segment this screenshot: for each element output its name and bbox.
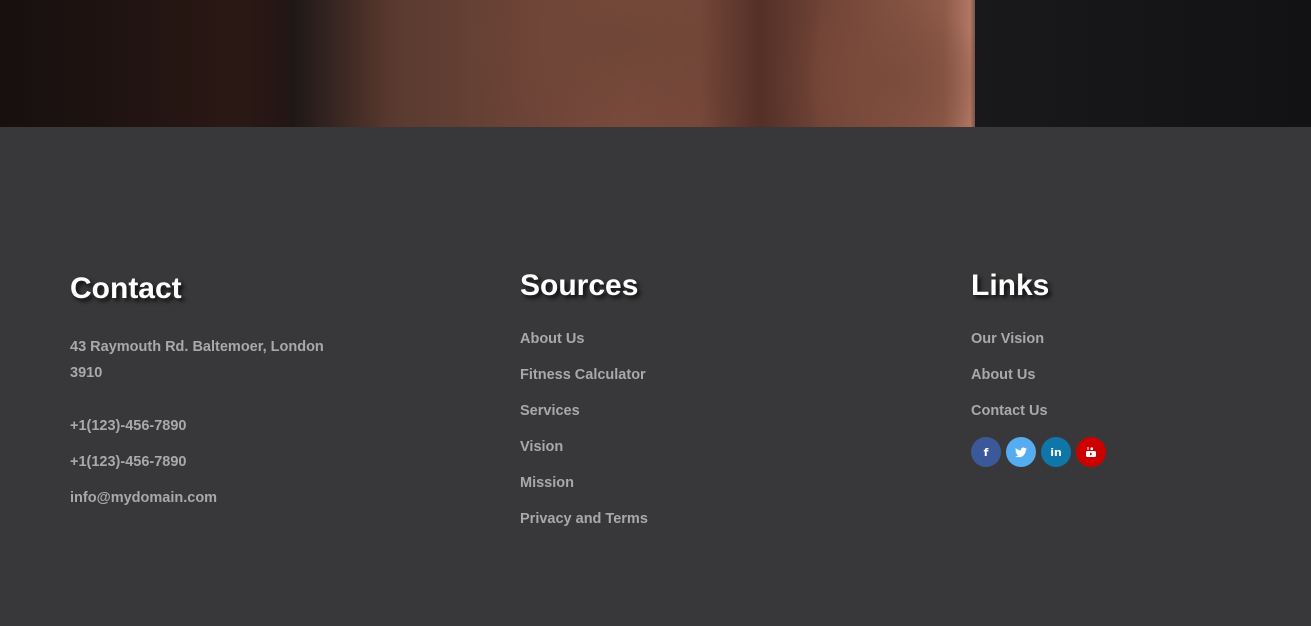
hero-image xyxy=(0,0,1311,127)
twitter-icon xyxy=(1015,447,1027,457)
links-heading: Links xyxy=(971,269,1050,302)
contact-email[interactable]: info@mydomain.com xyxy=(70,488,360,508)
twitter-button[interactable] xyxy=(1006,437,1036,467)
sources-link-about-us[interactable]: About Us xyxy=(520,329,648,349)
hero-background-right xyxy=(975,0,1311,127)
links-link-list: Our Vision About Us Contact Us xyxy=(971,329,1106,421)
facebook-icon: f xyxy=(983,445,989,459)
contact-phone-1[interactable]: +1(123)-456-7890 xyxy=(70,416,360,436)
footer-links-column: Links Our Vision About Us Contact Us f i… xyxy=(971,269,1106,467)
sources-link-list: About Us Fitness Calculator Services Vis… xyxy=(520,329,648,529)
hero-background-left xyxy=(0,0,290,127)
youtube-icon xyxy=(1086,447,1096,457)
linkedin-button[interactable]: in xyxy=(1041,437,1071,467)
footer-sources-column: Sources About Us Fitness Calculator Serv… xyxy=(520,269,648,545)
sources-link-services[interactable]: Services xyxy=(520,401,648,421)
youtube-button[interactable] xyxy=(1076,437,1106,467)
linkedin-icon: in xyxy=(1050,445,1062,459)
footer-contact-column: Contact 43 Raymouth Rd. Baltemoer, Londo… xyxy=(70,272,360,508)
contact-address: 43 Raymouth Rd. Baltemoer, London 3910 xyxy=(70,339,324,381)
sources-link-mission[interactable]: Mission xyxy=(520,473,648,493)
contact-phone-2[interactable]: +1(123)-456-7890 xyxy=(70,452,360,472)
sources-link-vision[interactable]: Vision xyxy=(520,437,648,457)
hero-figure-back xyxy=(700,0,820,127)
facebook-button[interactable]: f xyxy=(971,437,1001,467)
sources-heading: Sources xyxy=(520,269,639,302)
links-link-contact-us[interactable]: Contact Us xyxy=(971,401,1106,421)
sources-link-fitness-calculator[interactable]: Fitness Calculator xyxy=(520,365,648,385)
links-link-about-us[interactable]: About Us xyxy=(971,365,1106,385)
links-link-our-vision[interactable]: Our Vision xyxy=(971,329,1106,349)
social-buttons: f in xyxy=(971,437,1106,467)
site-footer: Contact 43 Raymouth Rd. Baltemoer, Londo… xyxy=(0,127,1311,626)
sources-link-privacy-terms[interactable]: Privacy and Terms xyxy=(520,509,648,529)
contact-heading: Contact xyxy=(70,272,182,305)
